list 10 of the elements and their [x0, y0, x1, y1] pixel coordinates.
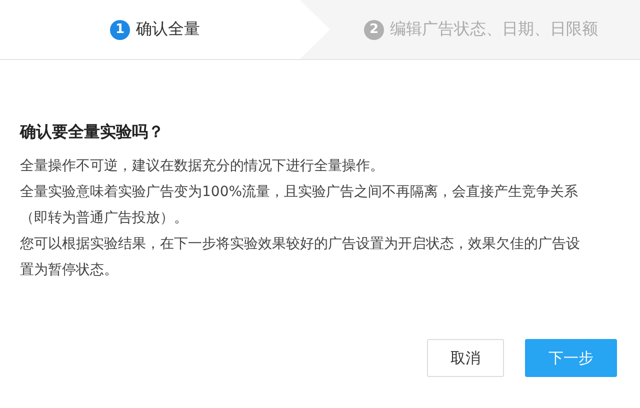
step-tab[interactable]: 1 确认全量	[0, 0, 330, 59]
step-number: 1	[110, 20, 130, 40]
description-text: 全量操作不可逆，建议在数据充分的情况下进行全量操作。	[20, 157, 385, 176]
description-text: 您可以根据实验结果，在下一步将实验效果较好的广告设置为开启状态，效果欠佳的广告设置为暂停状态。	[20, 235, 581, 280]
step-label: 确认全量	[136, 19, 200, 40]
step-number: 2	[364, 20, 384, 40]
step-label: 编辑广告状态、日期、日限额	[390, 19, 598, 40]
dialog-title: 确认要全量实验吗？	[20, 122, 165, 143]
description-text: 全量实验意味着实验广告变为100%流量，且实验广告之间不再隔离，会直接产生竞争关系（即转为普通广告投放）。	[20, 183, 580, 228]
cancel-button[interactable]: 取消	[427, 339, 504, 377]
